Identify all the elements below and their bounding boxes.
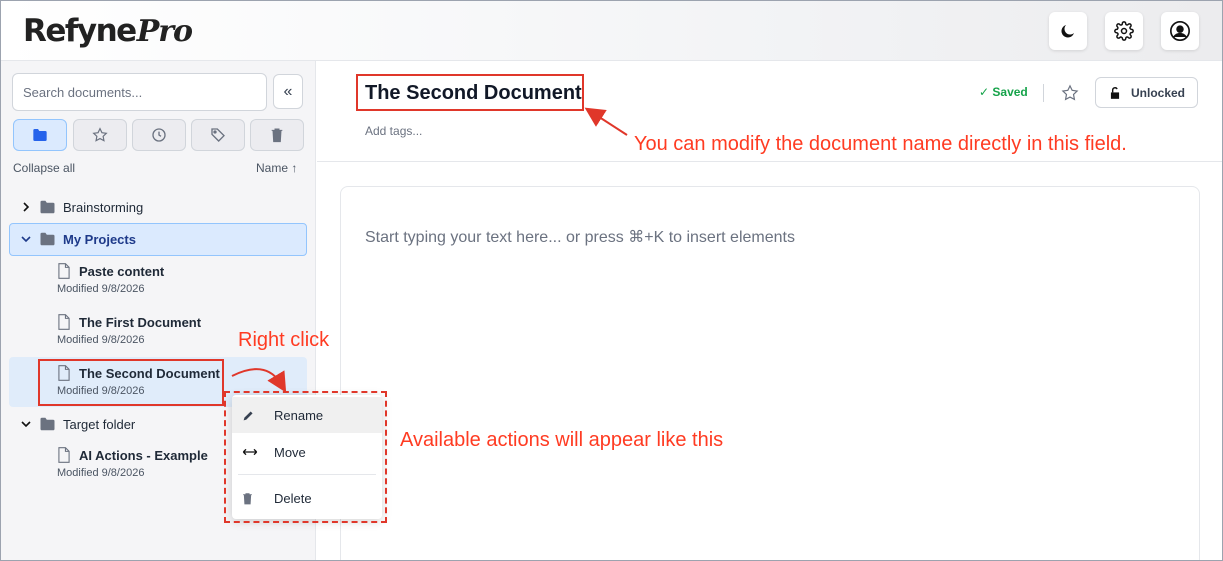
folder-row-brainstorming[interactable]: Brainstorming xyxy=(19,196,143,218)
tag-icon xyxy=(211,128,225,142)
filter-recent-button[interactable] xyxy=(132,119,186,151)
header-divider xyxy=(317,161,1222,162)
filter-tags-button[interactable] xyxy=(191,119,245,151)
sort-by-name-button[interactable]: Name ↑ xyxy=(256,161,297,175)
folder-row-target-folder[interactable]: Target folder xyxy=(19,413,135,435)
unlock-icon xyxy=(1110,86,1120,99)
app-window: Refyne Pro « xyxy=(0,0,1223,561)
annotation-title-box xyxy=(356,74,584,111)
folder-icon xyxy=(39,417,56,431)
chevron-down-icon xyxy=(19,419,33,429)
logo-text-pro: Pro xyxy=(136,14,193,49)
app-logo: Refyne Pro xyxy=(23,9,193,53)
document-title: Paste content xyxy=(79,263,165,279)
trash-icon xyxy=(271,128,283,143)
folder-name: My Projects xyxy=(63,231,136,247)
star-icon xyxy=(1061,84,1079,101)
gear-icon xyxy=(1114,21,1134,41)
annotation-title-hint: You can modify the document name directl… xyxy=(634,133,1127,155)
user-icon xyxy=(1170,21,1190,41)
document-icon xyxy=(57,263,71,279)
search-input[interactable] xyxy=(12,73,267,111)
favorite-button[interactable] xyxy=(1059,82,1081,104)
editor-placeholder: Start typing your text here... or press … xyxy=(365,229,795,246)
folder-name: Target folder xyxy=(63,416,136,432)
saved-status: ✓ Saved xyxy=(979,85,1028,99)
add-tags-field[interactable]: Add tags... xyxy=(365,124,422,138)
document-item-paste-content[interactable]: Paste content Modified 9/8/2026 xyxy=(57,263,164,295)
folder-icon xyxy=(39,200,56,214)
clock-icon xyxy=(152,128,166,142)
filter-folders-button[interactable] xyxy=(13,119,67,151)
account-button[interactable] xyxy=(1161,12,1199,50)
theme-toggle-button[interactable] xyxy=(1049,12,1087,50)
lock-toggle-button[interactable]: Unlocked xyxy=(1095,77,1198,108)
document-item-first-document[interactable]: The First Document Modified 9/8/2026 xyxy=(57,314,201,346)
collapse-all-link[interactable]: Collapse all xyxy=(13,161,75,175)
document-modified-date: Modified 9/8/2026 xyxy=(57,334,145,346)
collapse-sidebar-button[interactable]: « xyxy=(273,74,303,109)
logo-text-main: Refyne xyxy=(23,13,137,49)
document-icon xyxy=(57,447,71,463)
star-icon xyxy=(92,127,108,142)
document-icon xyxy=(57,314,71,330)
annotation-menu-box xyxy=(224,391,387,523)
document-item-ai-actions-example[interactable]: AI Actions - Example Modified 9/8/2026 xyxy=(57,447,208,479)
folder-icon xyxy=(33,129,47,141)
document-modified-date: Modified 9/8/2026 xyxy=(57,283,145,295)
filter-trash-button[interactable] xyxy=(250,119,304,151)
filter-starred-button[interactable] xyxy=(73,119,127,151)
top-bar: Refyne Pro xyxy=(1,1,1222,61)
document-modified-date: Modified 9/8/2026 xyxy=(57,467,145,479)
settings-button[interactable] xyxy=(1105,12,1143,50)
folder-name: Brainstorming xyxy=(63,199,144,215)
annotation-right-click: Right click xyxy=(238,329,330,351)
chevron-down-icon xyxy=(19,234,33,244)
chevron-right-icon xyxy=(19,202,33,212)
folder-row-my-projects[interactable]: My Projects xyxy=(19,228,136,250)
document-title: The First Document xyxy=(79,314,202,330)
lock-status-label: Unlocked xyxy=(1130,85,1185,100)
editor-area[interactable]: Start typing your text here... or press … xyxy=(340,186,1200,560)
toolbar-divider xyxy=(1043,84,1044,102)
annotation-actions-hint: Available actions will appear like this xyxy=(400,429,724,451)
document-title: AI Actions - Example xyxy=(79,447,208,463)
annotation-document-box xyxy=(38,359,224,406)
moon-icon xyxy=(1061,25,1074,38)
folder-icon xyxy=(39,232,56,246)
